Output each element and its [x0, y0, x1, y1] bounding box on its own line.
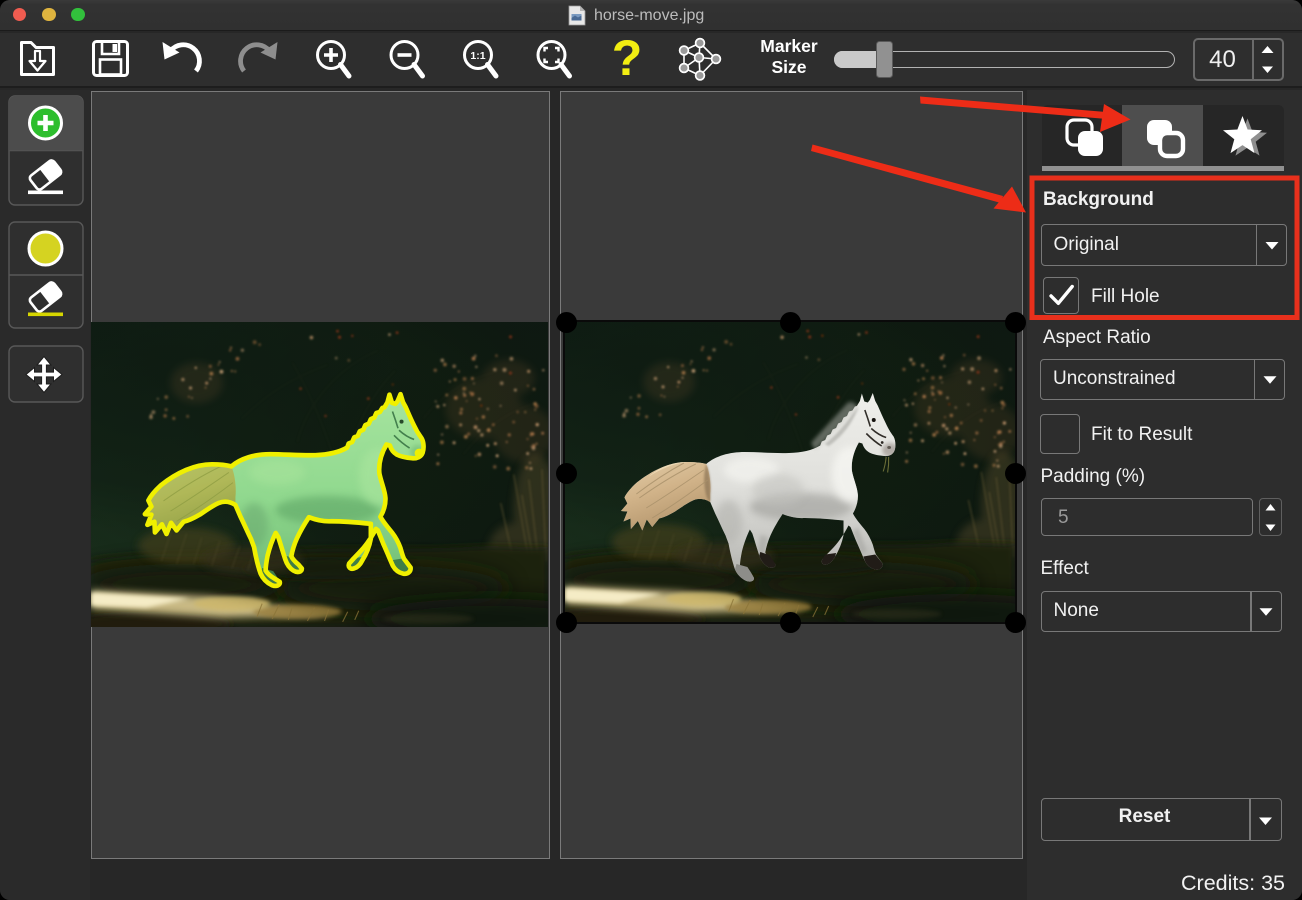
svg-text:?: ?: [612, 30, 643, 86]
svg-text:1:1: 1:1: [470, 50, 485, 62]
